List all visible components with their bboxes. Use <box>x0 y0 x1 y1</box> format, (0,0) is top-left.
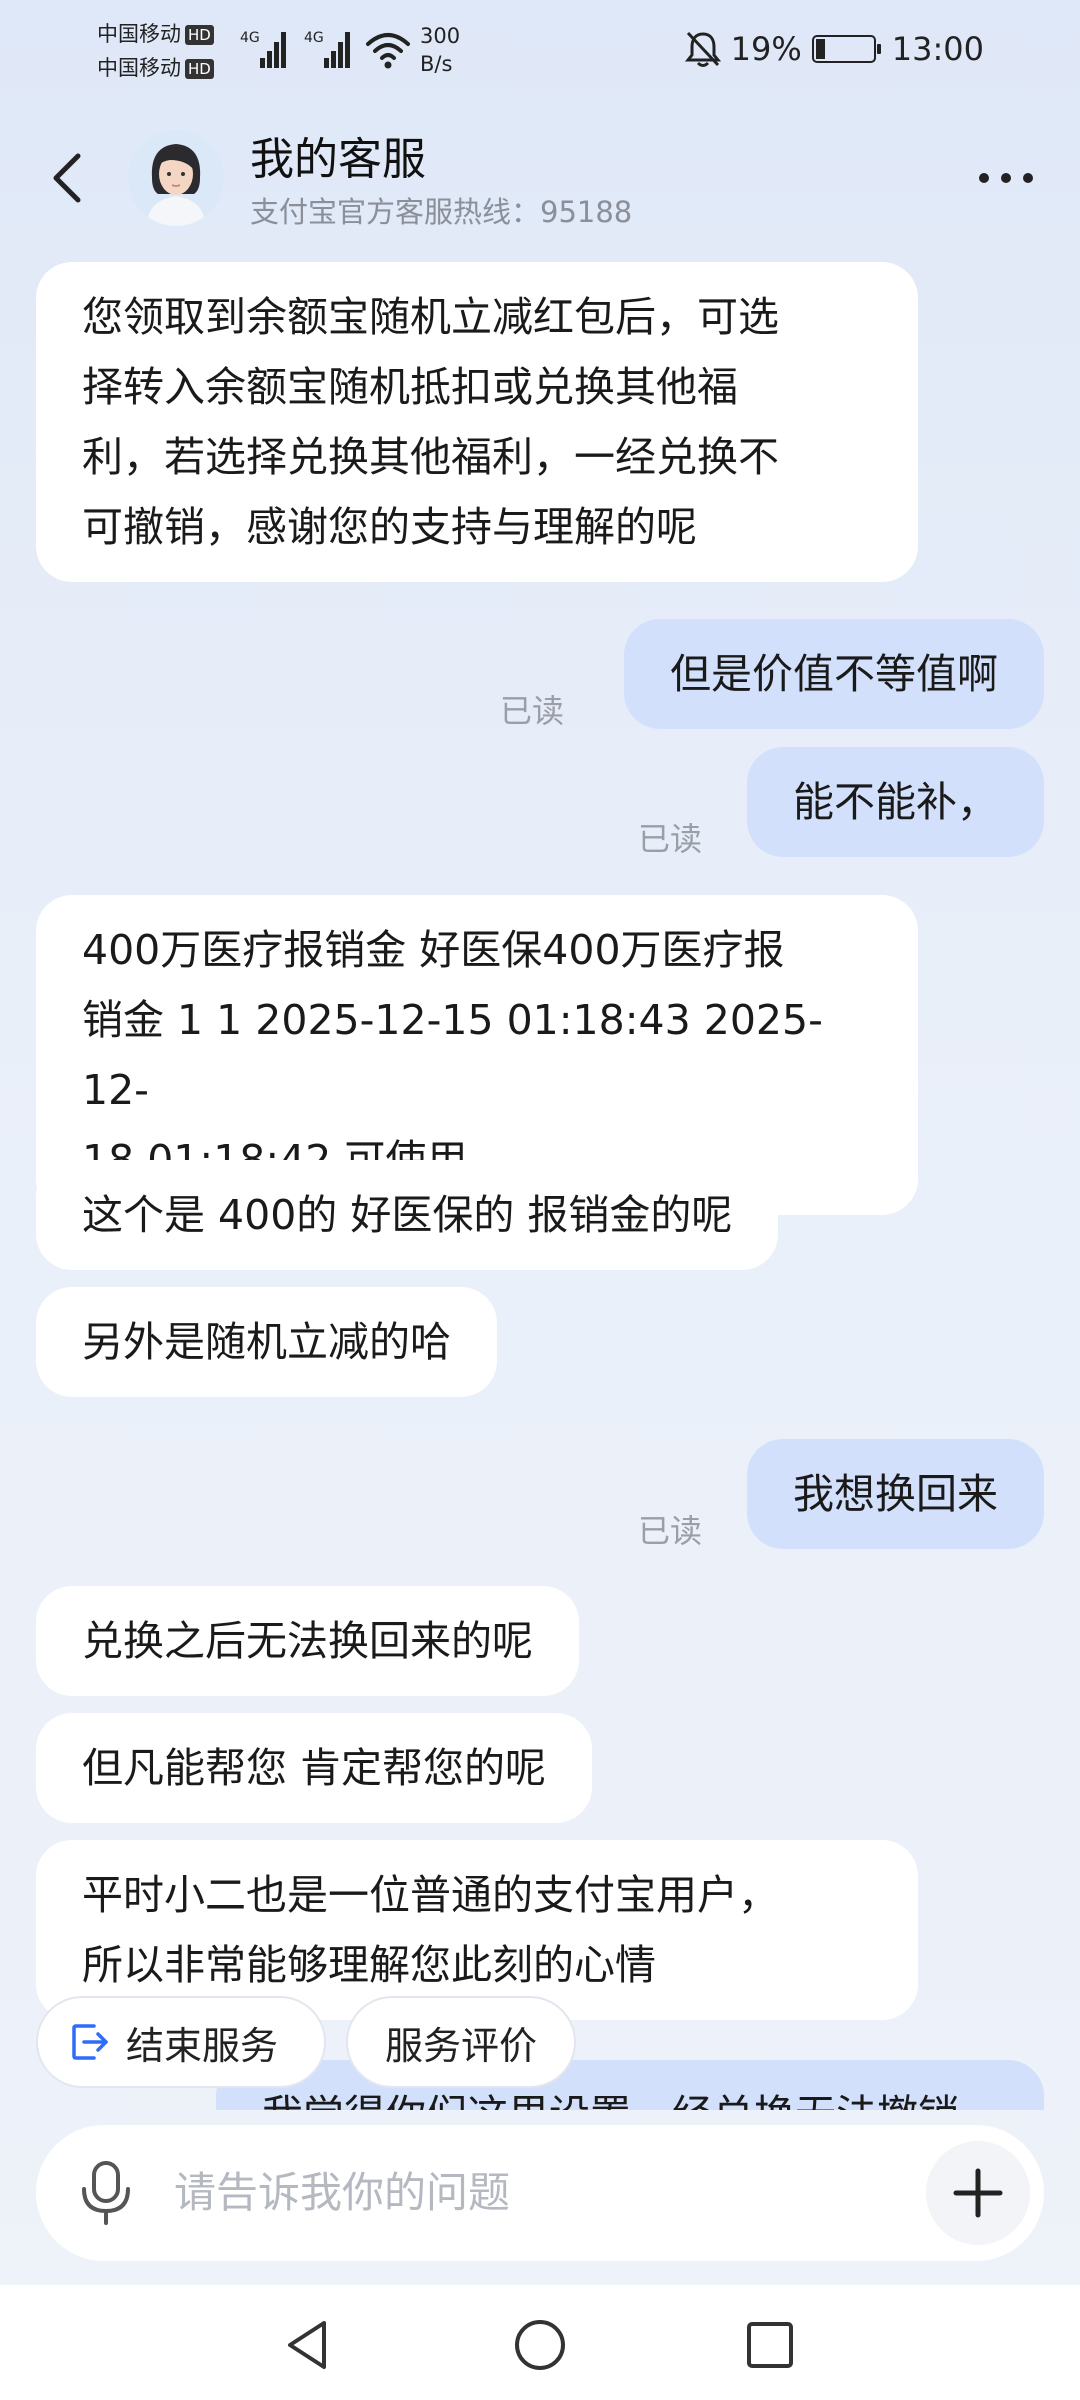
nav-back-icon[interactable] <box>278 2315 338 2375</box>
chat-area[interactable]: 您领取到余额宝随机立减红包后，可选 择转入余额宝随机抵扣或兑换其他福 利，若选择… <box>0 0 1080 2110</box>
plus-button[interactable] <box>926 2141 1030 2245</box>
message-line: 利，若选择兑换其他福利，一经兑换不 <box>82 433 779 481</box>
agent-message-4: 另外是随机立减的哈 <box>36 1287 497 1397</box>
end-service-label: 结束服务 <box>126 2023 279 2068</box>
agent-message-3: 这个是 400的 好医保的 报销金的呢 <box>36 1160 779 1270</box>
agent-message-5: 兑换之后无法换回来的呢 <box>36 1586 579 1696</box>
nav-recents-icon[interactable] <box>740 2315 800 2375</box>
nav-home-icon[interactable] <box>510 2315 570 2375</box>
user-message-1: 但是价值不等值啊 <box>624 619 1044 729</box>
message-line: 销金 1 1 2025-12-15 01:18:43 2025-12- <box>82 996 823 1114</box>
message-input-bar[interactable]: 请告诉我你的问题 <box>36 2125 1044 2261</box>
message-line: 所以非常能够理解您此刻的心情 <box>82 1941 656 1989</box>
read-receipt: 已读 <box>500 692 565 730</box>
exit-icon <box>72 2024 108 2060</box>
agent-message-7: 平时小二也是一位普通的支付宝用户， 所以非常能够理解您此刻的心情 <box>36 1840 918 2020</box>
chat-title: 我的客服 <box>250 134 426 185</box>
message-line: 平时小二也是一位普通的支付宝用户， <box>82 1871 779 1919</box>
read-receipt: 已读 <box>638 1512 703 1550</box>
rate-service-button[interactable]: 服务评价 <box>346 1996 576 2088</box>
chat-header: 我的客服 支付宝官方客服热线：95188 <box>0 112 1080 242</box>
message-line: 您领取到余额宝随机立减红包后，可选 <box>82 293 779 341</box>
message-line: 择转入余额宝随机抵扣或兑换其他福 <box>82 363 738 411</box>
end-service-button[interactable]: 结束服务 <box>36 1996 326 2088</box>
rate-service-label: 服务评价 <box>384 2023 537 2068</box>
message-line: 400万医疗报销金 好医保400万医疗报 <box>82 926 785 974</box>
user-message-3: 我想换回来 <box>747 1439 1044 1549</box>
agent-message-1: 您领取到余额宝随机立减红包后，可选 择转入余额宝随机抵扣或兑换其他福 利，若选择… <box>36 262 918 582</box>
message-input[interactable]: 请告诉我你的问题 <box>174 2165 510 2221</box>
mic-icon[interactable] <box>78 2159 134 2227</box>
more-dots-icon[interactable] <box>976 170 1036 186</box>
system-nav-bar <box>0 2285 1080 2400</box>
user-message-2: 能不能补， <box>747 747 1044 857</box>
message-line: 可撤销，感谢您的支持与理解的呢 <box>82 503 697 551</box>
agent-avatar-image <box>128 130 224 226</box>
agent-message-6: 但凡能帮您 肯定帮您的呢 <box>36 1713 593 1823</box>
back-arrow-icon[interactable] <box>44 148 94 208</box>
user-message-4: 我觉得你们这里设置一经兑换无法撤销 <box>216 2060 1044 2110</box>
hotline-subtitle: 支付宝官方客服热线：95188 <box>250 195 633 229</box>
avatar[interactable] <box>128 130 224 226</box>
read-receipt: 已读 <box>638 820 703 858</box>
plus-icon <box>953 2168 1003 2218</box>
